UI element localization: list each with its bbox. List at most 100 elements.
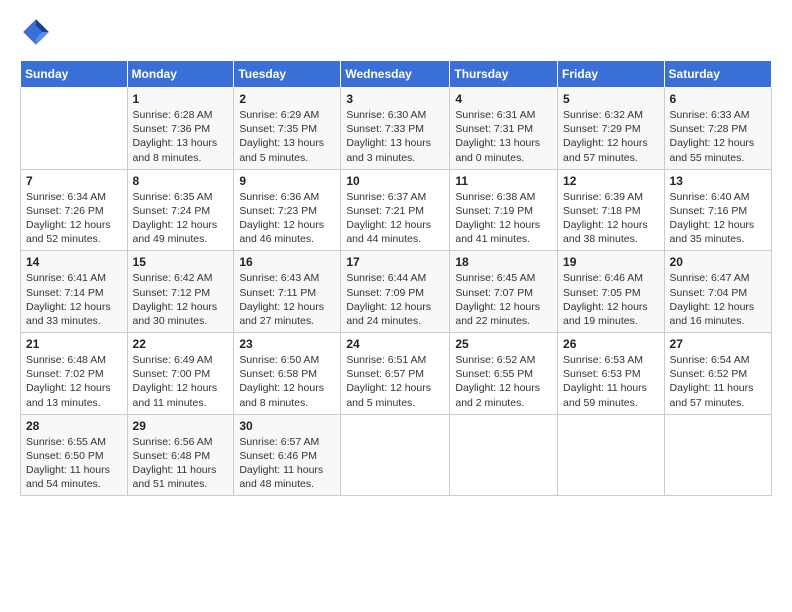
day-number: 21 (26, 337, 122, 351)
calendar-cell (21, 88, 128, 170)
day-number: 17 (346, 255, 444, 269)
day-number: 25 (455, 337, 552, 351)
day-info: Sunrise: 6:44 AM Sunset: 7:09 PM Dayligh… (346, 271, 444, 328)
day-info: Sunrise: 6:42 AM Sunset: 7:12 PM Dayligh… (133, 271, 229, 328)
day-info: Sunrise: 6:40 AM Sunset: 7:16 PM Dayligh… (670, 190, 766, 247)
calendar-cell: 30 Sunrise: 6:57 AM Sunset: 6:46 PM Dayli… (234, 414, 341, 496)
calendar-body: 1 Sunrise: 6:28 AM Sunset: 7:36 PM Daylig… (21, 88, 772, 496)
page-container: SundayMondayTuesdayWednesdayThursdayFrid… (0, 0, 792, 506)
day-number: 19 (563, 255, 659, 269)
day-number: 16 (239, 255, 335, 269)
day-number: 29 (133, 419, 229, 433)
calendar-cell: 27 Sunrise: 6:54 AM Sunset: 6:52 PM Dayli… (664, 333, 771, 415)
calendar-cell: 5Sunrise: 6:32 AM Sunset: 7:29 PM Daylig… (558, 88, 665, 170)
day-number: 15 (133, 255, 229, 269)
weekday-row: SundayMondayTuesdayWednesdayThursdayFrid… (21, 61, 772, 88)
day-number: 26 (563, 337, 659, 351)
calendar-cell: 12Sunrise: 6:39 AM Sunset: 7:18 PM Dayli… (558, 169, 665, 251)
calendar-cell: 2 Sunrise: 6:29 AM Sunset: 7:35 PM Daylig… (234, 88, 341, 170)
day-info: Sunrise: 6:56 AM Sunset: 6:48 PM Dayligh… (133, 435, 229, 492)
calendar-cell: 25 Sunrise: 6:52 AM Sunset: 6:55 PM Dayli… (450, 333, 558, 415)
day-number: 9 (239, 174, 335, 188)
day-number: 30 (239, 419, 335, 433)
day-info: Sunrise: 6:29 AM Sunset: 7:35 PM Dayligh… (239, 108, 335, 165)
day-info: Sunrise: 6:34 AM Sunset: 7:26 PM Dayligh… (26, 190, 122, 247)
day-number: 1 (133, 92, 229, 106)
day-number: 7 (26, 174, 122, 188)
calendar-cell: 17 Sunrise: 6:44 AM Sunset: 7:09 PM Dayli… (341, 251, 450, 333)
calendar-cell: 13 Sunrise: 6:40 AM Sunset: 7:16 PM Dayli… (664, 169, 771, 251)
calendar-cell: 18 Sunrise: 6:45 AM Sunset: 7:07 PM Dayli… (450, 251, 558, 333)
calendar-cell (450, 414, 558, 496)
day-number: 4 (455, 92, 552, 106)
day-info: Sunrise: 6:33 AM Sunset: 7:28 PM Dayligh… (670, 108, 766, 165)
weekday-header-friday: Friday (558, 61, 665, 88)
calendar-cell: 15 Sunrise: 6:42 AM Sunset: 7:12 PM Dayli… (127, 251, 234, 333)
day-number: 12 (563, 174, 659, 188)
calendar-cell (558, 414, 665, 496)
day-info: Sunrise: 6:36 AM Sunset: 7:23 PM Dayligh… (239, 190, 335, 247)
calendar-cell: 7 Sunrise: 6:34 AM Sunset: 7:26 PM Daylig… (21, 169, 128, 251)
calendar-cell: 23Sunrise: 6:50 AM Sunset: 6:58 PM Dayli… (234, 333, 341, 415)
day-number: 6 (670, 92, 766, 106)
day-number: 13 (670, 174, 766, 188)
header (20, 16, 772, 48)
week-row-1: 1 Sunrise: 6:28 AM Sunset: 7:36 PM Daylig… (21, 88, 772, 170)
day-info: Sunrise: 6:30 AM Sunset: 7:33 PM Dayligh… (346, 108, 444, 165)
day-info: Sunrise: 6:38 AM Sunset: 7:19 PM Dayligh… (455, 190, 552, 247)
week-row-3: 14 Sunrise: 6:41 AM Sunset: 7:14 PM Dayli… (21, 251, 772, 333)
calendar-cell (664, 414, 771, 496)
calendar-cell: 3 Sunrise: 6:30 AM Sunset: 7:33 PM Daylig… (341, 88, 450, 170)
day-info: Sunrise: 6:35 AM Sunset: 7:24 PM Dayligh… (133, 190, 229, 247)
week-row-4: 21Sunrise: 6:48 AM Sunset: 7:02 PM Dayli… (21, 333, 772, 415)
day-info: Sunrise: 6:49 AM Sunset: 7:00 PM Dayligh… (133, 353, 229, 410)
day-info: Sunrise: 6:57 AM Sunset: 6:46 PM Dayligh… (239, 435, 335, 492)
day-info: Sunrise: 6:55 AM Sunset: 6:50 PM Dayligh… (26, 435, 122, 492)
calendar-cell: 24 Sunrise: 6:51 AM Sunset: 6:57 PM Dayli… (341, 333, 450, 415)
day-number: 2 (239, 92, 335, 106)
calendar-cell: 14 Sunrise: 6:41 AM Sunset: 7:14 PM Dayli… (21, 251, 128, 333)
day-info: Sunrise: 6:51 AM Sunset: 6:57 PM Dayligh… (346, 353, 444, 410)
day-number: 23 (239, 337, 335, 351)
calendar-cell: 6 Sunrise: 6:33 AM Sunset: 7:28 PM Daylig… (664, 88, 771, 170)
day-number: 28 (26, 419, 122, 433)
day-info: Sunrise: 6:28 AM Sunset: 7:36 PM Dayligh… (133, 108, 229, 165)
calendar-cell: 29 Sunrise: 6:56 AM Sunset: 6:48 PM Dayli… (127, 414, 234, 496)
calendar-cell: 16Sunrise: 6:43 AM Sunset: 7:11 PM Dayli… (234, 251, 341, 333)
calendar-cell: 19 Sunrise: 6:46 AM Sunset: 7:05 PM Dayli… (558, 251, 665, 333)
day-info: Sunrise: 6:31 AM Sunset: 7:31 PM Dayligh… (455, 108, 552, 165)
calendar-cell: 26Sunrise: 6:53 AM Sunset: 6:53 PM Dayli… (558, 333, 665, 415)
day-number: 22 (133, 337, 229, 351)
day-info: Sunrise: 6:32 AM Sunset: 7:29 PM Dayligh… (563, 108, 659, 165)
day-number: 14 (26, 255, 122, 269)
day-number: 20 (670, 255, 766, 269)
calendar-cell: 20 Sunrise: 6:47 AM Sunset: 7:04 PM Dayli… (664, 251, 771, 333)
weekday-header-wednesday: Wednesday (341, 61, 450, 88)
weekday-header-saturday: Saturday (664, 61, 771, 88)
calendar-cell: 4 Sunrise: 6:31 AM Sunset: 7:31 PM Daylig… (450, 88, 558, 170)
day-info: Sunrise: 6:52 AM Sunset: 6:55 PM Dayligh… (455, 353, 552, 410)
day-number: 18 (455, 255, 552, 269)
day-number: 3 (346, 92, 444, 106)
day-info: Sunrise: 6:45 AM Sunset: 7:07 PM Dayligh… (455, 271, 552, 328)
weekday-header-sunday: Sunday (21, 61, 128, 88)
calendar-cell: 1 Sunrise: 6:28 AM Sunset: 7:36 PM Daylig… (127, 88, 234, 170)
weekday-header-thursday: Thursday (450, 61, 558, 88)
day-number: 27 (670, 337, 766, 351)
day-number: 11 (455, 174, 552, 188)
weekday-header-tuesday: Tuesday (234, 61, 341, 88)
calendar-cell: 11 Sunrise: 6:38 AM Sunset: 7:19 PM Dayli… (450, 169, 558, 251)
calendar-header: SundayMondayTuesdayWednesdayThursdayFrid… (21, 61, 772, 88)
day-info: Sunrise: 6:41 AM Sunset: 7:14 PM Dayligh… (26, 271, 122, 328)
calendar-cell: 21Sunrise: 6:48 AM Sunset: 7:02 PM Dayli… (21, 333, 128, 415)
day-info: Sunrise: 6:54 AM Sunset: 6:52 PM Dayligh… (670, 353, 766, 410)
week-row-2: 7 Sunrise: 6:34 AM Sunset: 7:26 PM Daylig… (21, 169, 772, 251)
day-info: Sunrise: 6:37 AM Sunset: 7:21 PM Dayligh… (346, 190, 444, 247)
calendar-table: SundayMondayTuesdayWednesdayThursdayFrid… (20, 60, 772, 496)
day-info: Sunrise: 6:47 AM Sunset: 7:04 PM Dayligh… (670, 271, 766, 328)
day-number: 24 (346, 337, 444, 351)
logo (20, 16, 56, 48)
calendar-cell: 10 Sunrise: 6:37 AM Sunset: 7:21 PM Dayli… (341, 169, 450, 251)
day-info: Sunrise: 6:46 AM Sunset: 7:05 PM Dayligh… (563, 271, 659, 328)
day-number: 10 (346, 174, 444, 188)
